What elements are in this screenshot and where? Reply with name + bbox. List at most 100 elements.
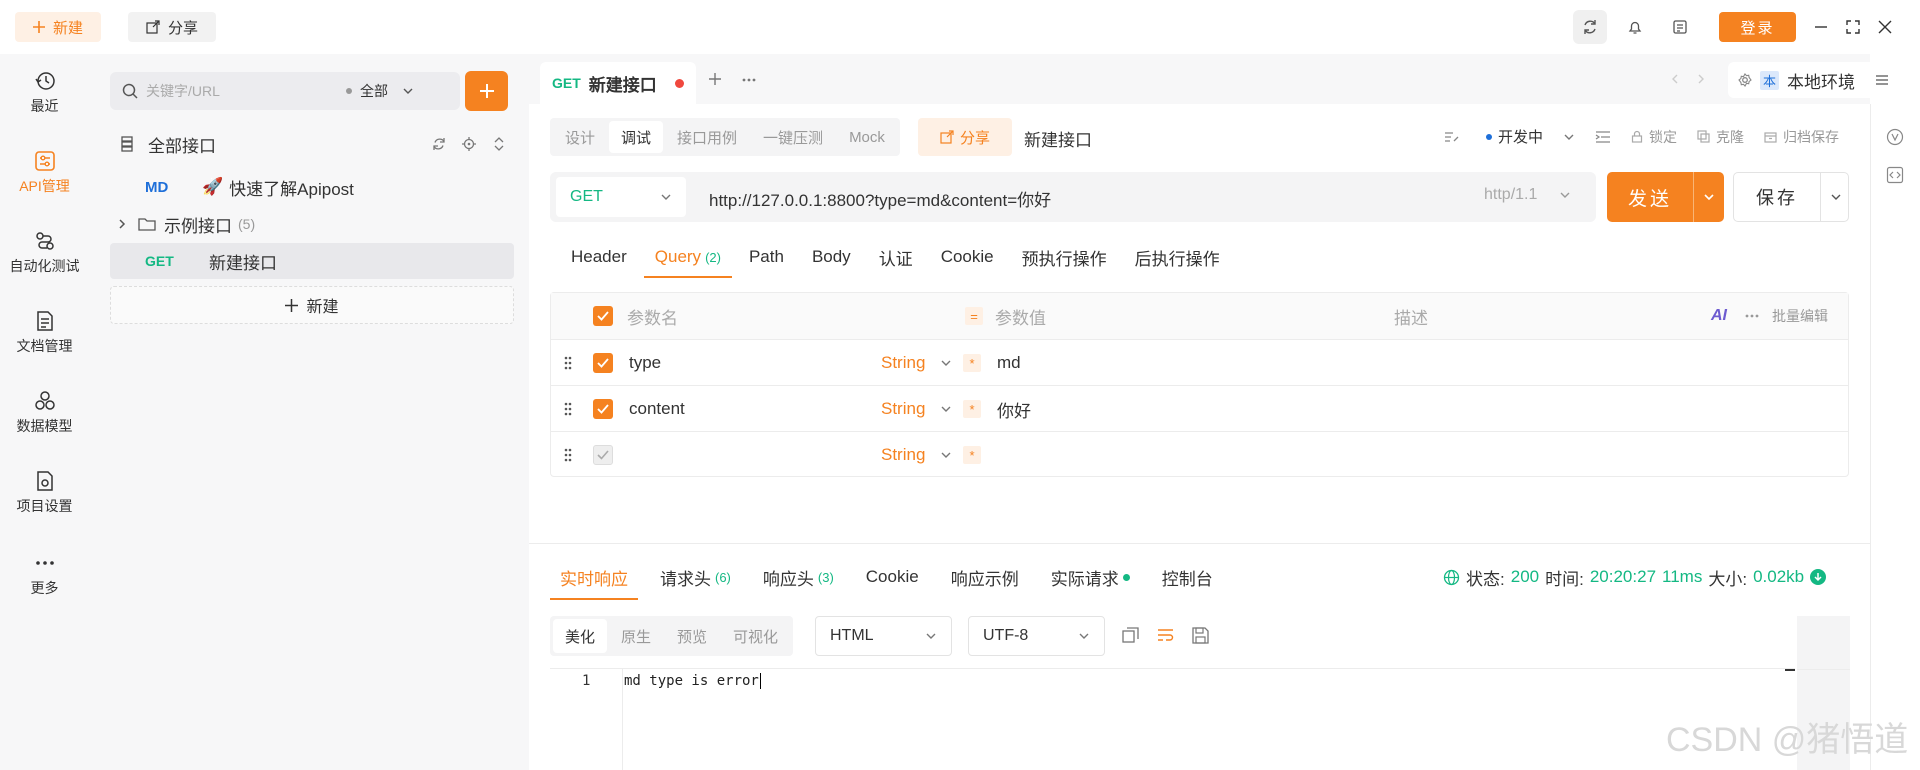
encoding-select[interactable]: UTF-8 (968, 616, 1105, 656)
api-share-button[interactable]: 分享 (918, 118, 1012, 156)
add-api-button[interactable] (465, 71, 508, 111)
save-button[interactable]: 保存 (1733, 172, 1849, 222)
search-box[interactable]: 全部 (110, 72, 460, 110)
tab-mock[interactable]: Mock (837, 121, 897, 153)
download-icon[interactable] (1810, 569, 1827, 585)
edit-icon[interactable] (1444, 130, 1460, 144)
all-apis-row[interactable]: 全部接口 (110, 126, 514, 162)
required-star-icon[interactable]: * (963, 354, 981, 372)
tab-auth[interactable]: 认证 (868, 236, 924, 278)
param-name-input[interactable]: type (629, 340, 661, 386)
tab-cookie[interactable]: Cookie (930, 236, 1005, 278)
add-tab-button[interactable] (708, 72, 722, 86)
locate-icon[interactable] (462, 137, 476, 151)
tab-path[interactable]: Path (738, 236, 795, 278)
notification-button[interactable] (1618, 10, 1652, 44)
rail-item-data-model[interactable]: 数据模型 (0, 390, 89, 436)
url-input[interactable]: http://127.0.0.1:8800?type=md&content=你好 (709, 186, 1051, 211)
expand-collapse-icon[interactable] (492, 137, 506, 151)
rail-item-api[interactable]: API管理 (0, 150, 89, 196)
tab-preview[interactable]: 预览 (665, 619, 719, 653)
bulk-edit-button[interactable]: 批量编辑 (1772, 293, 1828, 339)
tab-request-headers[interactable]: 请求头 (6) (650, 554, 741, 600)
tree-item-example-folder[interactable]: 示例接口 (5) (110, 206, 514, 242)
notes-button[interactable] (1663, 10, 1697, 44)
tab-stress-test[interactable]: 一键压测 (751, 121, 835, 153)
param-type-select[interactable]: String (881, 432, 925, 478)
wrap-lines-icon[interactable] (1157, 627, 1174, 644)
param-value-input[interactable]: md (997, 340, 1021, 386)
prev-tab-button[interactable] (1670, 73, 1680, 85)
response-editor[interactable]: 1 md type is error​ (550, 668, 1795, 770)
new-api-row-button[interactable]: 新建 (110, 286, 514, 324)
response-body-text[interactable]: md type is error​ (624, 673, 761, 689)
param-enable-checkbox[interactable] (593, 353, 613, 373)
rail-item-recent[interactable]: 最近 (0, 70, 89, 116)
lock-button[interactable]: 锁定 (1649, 127, 1677, 147)
param-enable-checkbox[interactable] (593, 399, 613, 419)
method-select[interactable]: GET (556, 177, 686, 217)
response-divider[interactable] (529, 543, 1870, 544)
dev-status-select[interactable]: 开发中 (1498, 126, 1543, 147)
tab-response-cookie[interactable]: Cookie (856, 554, 929, 600)
drag-handle[interactable] (563, 386, 573, 432)
tab-actual-request[interactable]: 实际请求 (1041, 554, 1140, 600)
sync-button[interactable] (1573, 10, 1607, 44)
drag-handle[interactable] (563, 340, 573, 386)
tab-pre-script[interactable]: 预执行操作 (1011, 236, 1118, 278)
chevron-down-icon[interactable] (1703, 191, 1715, 203)
chevron-down-icon[interactable] (1830, 191, 1842, 203)
variables-button[interactable] (1886, 128, 1904, 146)
tab-pretty[interactable]: 美化 (553, 619, 608, 653)
tab-raw[interactable]: 原生 (609, 619, 663, 653)
rail-item-automation[interactable]: 自动化测试 (0, 230, 89, 276)
environment-select[interactable]: 本 本地环境 (1728, 62, 1900, 98)
tab-debug[interactable]: 调试 (609, 121, 664, 153)
required-star-icon[interactable]: * (963, 400, 981, 418)
tab-new-api[interactable]: GET 新建接口 (540, 62, 696, 104)
tab-body[interactable]: Body (801, 236, 862, 278)
param-value-input[interactable]: 你好 (997, 386, 1031, 432)
next-tab-button[interactable] (1696, 73, 1706, 85)
drag-handle[interactable] (563, 432, 573, 478)
protocol-select[interactable]: http/1.1 (1484, 186, 1571, 204)
param-name-input[interactable]: content (629, 386, 685, 432)
filter-select[interactable]: 全部 (360, 81, 388, 101)
copy-icon[interactable] (1122, 627, 1139, 644)
tab-console[interactable]: 控制台 (1152, 554, 1223, 600)
tree-item-apipost-doc[interactable]: MD 🚀 快速了解Apipost (110, 169, 514, 205)
share-button[interactable]: 分享 (128, 12, 217, 42)
tab-design[interactable]: 设计 (553, 121, 607, 153)
param-type-select[interactable]: String (881, 386, 925, 432)
tab-response-headers[interactable]: 响应头 (3) (753, 554, 844, 600)
clone-button[interactable]: 克隆 (1716, 127, 1744, 147)
tab-visualize[interactable]: 可视化 (721, 619, 790, 653)
tab-test-case[interactable]: 接口用例 (665, 121, 749, 153)
close-button[interactable] (1868, 10, 1902, 44)
required-star-icon[interactable]: * (963, 446, 981, 464)
save-disk-icon[interactable] (1192, 627, 1209, 644)
send-button[interactable]: 发送 (1607, 172, 1724, 222)
rail-item-project-settings[interactable]: 项目设置 (0, 470, 89, 516)
search-input[interactable] (146, 83, 346, 99)
param-type-select[interactable]: String (881, 340, 925, 386)
ai-button[interactable]: AI (1711, 293, 1727, 339)
minimize-button[interactable] (1804, 10, 1838, 44)
api-name-field[interactable]: 新建接口 (1024, 126, 1092, 151)
tab-header[interactable]: Header (560, 236, 638, 278)
login-button[interactable]: 登录 (1719, 12, 1796, 42)
param-enable-checkbox[interactable] (593, 445, 613, 465)
outdent-icon[interactable] (1595, 130, 1611, 144)
tab-query[interactable]: Query (2) (643, 236, 733, 278)
select-all-checkbox[interactable] (593, 306, 613, 326)
tab-more-button[interactable] (742, 78, 756, 82)
maximize-button[interactable] (1836, 10, 1870, 44)
tab-response-example[interactable]: 响应示例 (941, 554, 1029, 600)
format-select[interactable]: HTML (815, 616, 952, 656)
tab-post-script[interactable]: 后执行操作 (1124, 236, 1231, 278)
param-more-button[interactable] (1745, 293, 1759, 339)
tab-live-response[interactable]: 实时响应 (550, 554, 638, 600)
code-generate-button[interactable] (1886, 166, 1904, 184)
rail-item-more[interactable]: 更多 (0, 552, 89, 598)
refresh-icon[interactable] (432, 137, 446, 151)
